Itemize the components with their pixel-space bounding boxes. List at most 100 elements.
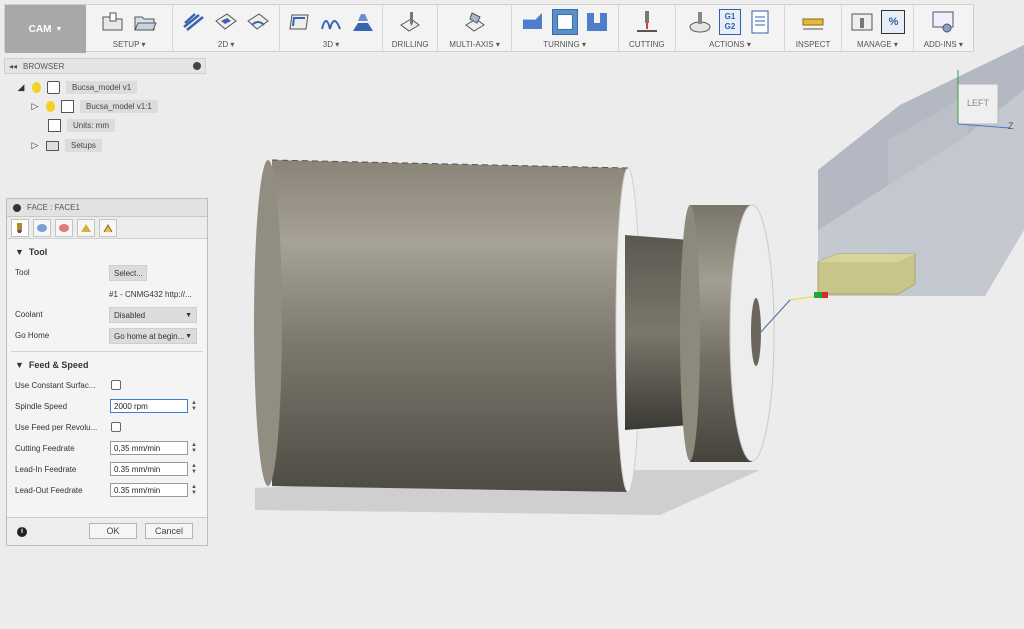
workpiece-large-diameter bbox=[272, 160, 628, 492]
browser-title: BROWSER bbox=[23, 61, 65, 71]
ok-button[interactable]: OK bbox=[89, 523, 137, 539]
leadin-feedrate-input[interactable] bbox=[110, 462, 188, 476]
feed-per-rev-label: Use Feed per Revolu... bbox=[15, 423, 98, 432]
toolbar-label-drilling: DRILLING bbox=[391, 40, 429, 49]
leadout-feedrate-stepper[interactable]: ▲ ▼ bbox=[191, 484, 197, 496]
toolbar-group-cutting[interactable]: CUTTING bbox=[619, 5, 677, 51]
toolbar-group-turning[interactable]: TURNING ▾ bbox=[512, 5, 619, 51]
turning-profile-icon[interactable] bbox=[520, 9, 546, 35]
2d-adaptive-icon[interactable] bbox=[181, 9, 207, 35]
cancel-button[interactable]: Cancel bbox=[145, 523, 193, 539]
tab-tool[interactable] bbox=[11, 218, 29, 237]
toolbar-label-turning: TURNING ▾ bbox=[543, 40, 586, 49]
tree-item-setups[interactable]: ▷ Setups bbox=[30, 139, 102, 152]
triangle-expanded-icon: ▼ bbox=[15, 247, 24, 257]
gohome-dropdown[interactable]: Go home at begin... ▼ bbox=[109, 328, 197, 344]
turning-face-icon[interactable] bbox=[551, 9, 578, 35]
toolbar-label-actions: ACTIONS ▾ bbox=[709, 40, 751, 49]
feed-per-rev-checkbox[interactable] bbox=[111, 422, 121, 432]
tab-geometry[interactable] bbox=[33, 218, 51, 237]
tool-insert bbox=[817, 253, 916, 295]
lightbulb-icon[interactable] bbox=[46, 101, 55, 112]
spindle-speed-input[interactable] bbox=[110, 399, 188, 413]
gohome-value: Go home at begin... bbox=[114, 331, 185, 341]
toolbar-group-multiaxis[interactable]: MULTI-AXIS ▾ bbox=[438, 5, 512, 51]
toolbar-group-inspect[interactable]: INSPECT bbox=[785, 5, 843, 51]
collapse-panel-icon[interactable]: ◂◂ bbox=[9, 62, 17, 71]
dialog-title-bar[interactable]: FACE : FACE1 bbox=[7, 199, 207, 217]
workpiece-neck bbox=[625, 235, 690, 430]
tab-radii[interactable] bbox=[55, 218, 73, 237]
coolant-dropdown[interactable]: Disabled ▼ bbox=[109, 307, 197, 323]
tab-linking[interactable] bbox=[99, 218, 117, 237]
setup-sheet-icon[interactable] bbox=[747, 9, 773, 35]
spindle-speed-label: Spindle Speed bbox=[15, 402, 68, 411]
constant-surface-checkbox[interactable] bbox=[111, 380, 121, 390]
radii-tab-icon bbox=[59, 223, 69, 232]
new-setup-icon[interactable] bbox=[100, 9, 126, 35]
viewcube-axis-label: Z bbox=[1008, 121, 1014, 131]
3d-adaptive-icon[interactable] bbox=[286, 9, 312, 35]
tree-item-units[interactable]: Units: mm bbox=[48, 119, 115, 132]
toolbar-group-drilling[interactable]: DRILLING bbox=[383, 5, 439, 51]
simulate-icon[interactable] bbox=[687, 9, 713, 35]
gohome-label: Go Home bbox=[15, 331, 50, 340]
triangle-expanded-icon[interactable]: ◢ bbox=[16, 82, 26, 93]
tree-item-model[interactable]: ▷ Bucsa_model v1:1 bbox=[30, 100, 158, 113]
workspace-switcher[interactable]: CAM ▼ bbox=[5, 5, 87, 53]
drill-icon[interactable] bbox=[397, 9, 423, 35]
cutting-icon[interactable] bbox=[634, 9, 660, 35]
g-code-line2: G2 bbox=[724, 22, 736, 31]
toolbar-group-actions[interactable]: G1 G2 ACTIONS ▾ bbox=[676, 5, 785, 51]
multiaxis-icon[interactable] bbox=[462, 9, 488, 35]
template-library-icon[interactable]: % bbox=[881, 10, 906, 34]
section-tool[interactable]: ▼ Tool bbox=[15, 247, 47, 257]
chevron-down-icon: ▼ bbox=[185, 332, 192, 340]
toolbar-group-3d[interactable]: 3D ▾ bbox=[280, 5, 383, 51]
tree-label-units: Units: mm bbox=[67, 119, 115, 132]
leadin-feedrate-stepper[interactable]: ▲ ▼ bbox=[191, 463, 197, 475]
2d-contour-icon[interactable] bbox=[245, 9, 271, 35]
triangle-collapsed-icon[interactable]: ▷ bbox=[30, 101, 40, 112]
spindle-speed-stepper[interactable]: ▲ ▼ bbox=[191, 400, 197, 412]
section-feed-title: Feed & Speed bbox=[28, 360, 89, 370]
3d-pocket-icon[interactable] bbox=[318, 9, 344, 35]
browser-options-icon[interactable] bbox=[193, 62, 201, 70]
turning-groove-icon[interactable] bbox=[584, 9, 610, 35]
scripts-addins-icon[interactable] bbox=[930, 9, 956, 35]
3d-parallel-icon[interactable] bbox=[350, 9, 376, 35]
tree-label-setups: Setups bbox=[65, 139, 102, 152]
toolbar-group-2d[interactable]: 2D ▾ bbox=[173, 5, 281, 51]
tree-item-document[interactable]: ◢ Bucsa_model v1 bbox=[16, 81, 138, 94]
tree-label-model: Bucsa_model v1:1 bbox=[80, 100, 158, 113]
tool-select-button[interactable]: Select... bbox=[109, 265, 147, 281]
cutting-feedrate-input[interactable] bbox=[110, 441, 188, 455]
toolbar-group-setup[interactable]: SETUP ▾ bbox=[86, 5, 174, 51]
g-code-line1: G1 bbox=[724, 12, 736, 21]
open-folder-icon[interactable] bbox=[132, 9, 158, 35]
info-icon[interactable]: i bbox=[17, 527, 27, 537]
toolbar-group-manage[interactable]: % MANAGE ▾ bbox=[842, 5, 914, 51]
section-feed-speed[interactable]: ▼ Feed & Speed bbox=[15, 360, 88, 370]
dialog-collapse-icon[interactable] bbox=[13, 203, 21, 212]
tool-library-icon[interactable] bbox=[849, 9, 875, 35]
lightbulb-icon[interactable] bbox=[32, 82, 41, 93]
cutting-feedrate-stepper[interactable]: ▲ ▼ bbox=[191, 442, 197, 454]
toolbar-group-addins[interactable]: ADD-INS ▾ bbox=[914, 5, 973, 51]
post-process-icon[interactable]: G1 G2 bbox=[718, 9, 741, 35]
toolbar-label-inspect: INSPECT bbox=[795, 40, 831, 49]
document-icon bbox=[47, 81, 60, 94]
section-tool-title: Tool bbox=[28, 247, 48, 257]
2d-pocket-icon[interactable] bbox=[213, 9, 239, 35]
triangle-collapsed-icon[interactable]: ▷ bbox=[30, 140, 40, 151]
toolbar-label-addins: ADD-INS ▾ bbox=[923, 40, 963, 49]
workpiece-small-diameter bbox=[690, 205, 752, 462]
coolant-label: Coolant bbox=[15, 310, 43, 319]
leadout-feedrate-input[interactable] bbox=[110, 483, 188, 497]
measure-icon[interactable] bbox=[800, 9, 826, 35]
tab-passes[interactable] bbox=[77, 218, 95, 237]
dialog-tabs bbox=[7, 217, 207, 239]
toolbar-label-cutting: CUTTING bbox=[629, 40, 665, 49]
passes-tab-icon bbox=[81, 223, 91, 232]
toolbar-label-setup: SETUP ▾ bbox=[112, 40, 146, 49]
